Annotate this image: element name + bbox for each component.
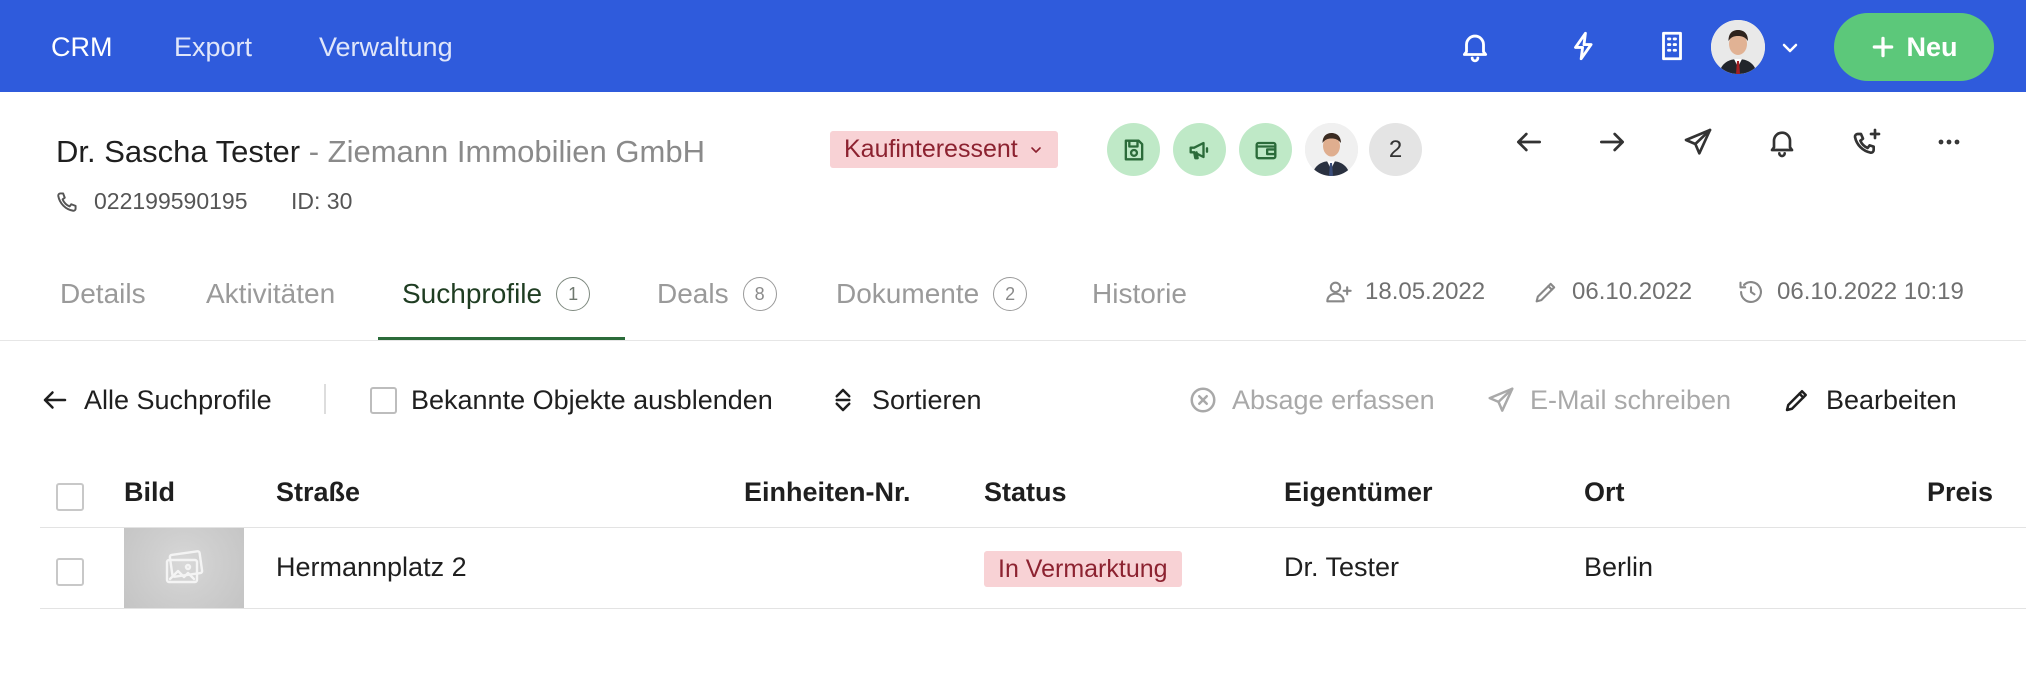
wallet-button[interactable]: [1239, 123, 1292, 176]
arrow-left-icon[interactable]: [1509, 122, 1549, 162]
lead-status-dropdown[interactable]: Kaufinteressent: [830, 131, 1058, 168]
bell-icon[interactable]: [1455, 26, 1495, 66]
contact-phone[interactable]: 022199590195: [94, 188, 248, 215]
property-image-placeholder[interactable]: [124, 528, 244, 608]
tab-aktivitaeten[interactable]: Aktivitäten: [206, 274, 335, 314]
image-placeholder-icon: [165, 550, 204, 584]
edited-date: 06.10.2022: [1532, 278, 1692, 306]
hide-known-objects-toggle[interactable]: Bekannte Objekte ausblenden: [370, 380, 773, 420]
contact-name: Dr. Sascha Tester: [56, 134, 301, 169]
tab-label: Historie: [1092, 278, 1187, 309]
tabs-divider: [0, 340, 2026, 341]
save-disk-button[interactable]: [1107, 123, 1160, 176]
tab-label: Aktivitäten: [206, 278, 336, 309]
close-circle-icon: [1190, 387, 1216, 413]
back-to-search-profiles-button[interactable]: Alle Suchprofile: [40, 380, 272, 420]
tab-count-badge: 1: [556, 277, 591, 311]
pencil-icon: [1785, 390, 1807, 412]
chevron-down-icon: [1030, 146, 1041, 153]
top-navigation-bar: CRM Export Verwaltung Neu: [0, 0, 2026, 92]
column-header-eigentuemer[interactable]: Eigentümer: [1284, 477, 1433, 508]
send-icon[interactable]: [1678, 122, 1718, 162]
last-activity-value: 06.10.2022 10:19: [1777, 278, 1964, 305]
email-label: E-Mail schreiben: [1530, 384, 1732, 415]
record-decline-button[interactable]: Absage erfassen: [1188, 380, 1435, 420]
arrow-left-icon: [43, 391, 67, 409]
edited-date-value: 06.10.2022: [1572, 278, 1693, 305]
column-header-bild[interactable]: Bild: [124, 477, 175, 508]
tab-count-badge: 8: [742, 277, 777, 311]
sort-button[interactable]: Sortieren: [828, 380, 982, 420]
new-button-label: Neu: [1906, 31, 1958, 62]
row-checkbox[interactable]: [56, 558, 84, 586]
toolbar-divider: [324, 384, 326, 414]
tab-label: Deals: [657, 278, 729, 309]
title-separator: -: [300, 134, 328, 169]
sort-label: Sortieren: [872, 384, 982, 415]
tab-suchprofile[interactable]: Suchprofile 1: [402, 274, 591, 314]
tab-label: Details: [60, 278, 146, 309]
plus-icon: [1873, 36, 1894, 58]
wallet-icon: [1255, 141, 1276, 159]
history-icon: [1739, 281, 1762, 303]
lightning-icon[interactable]: [1564, 26, 1604, 66]
write-email-button[interactable]: E-Mail schreiben: [1486, 380, 1731, 420]
edit-label: Bearbeiten: [1826, 384, 1957, 415]
contact-title: Dr. Sascha Tester - Ziemann Immobilien G…: [56, 134, 705, 170]
phone-icon: [55, 188, 81, 214]
column-header-strasse[interactable]: Straße: [276, 477, 360, 508]
new-button[interactable]: Neu: [1834, 13, 1994, 81]
contact-id: ID: 30: [291, 188, 353, 214]
created-date: 18.05.2022: [1325, 278, 1485, 306]
owner-avatar[interactable]: [1305, 123, 1358, 176]
column-header-einheiten-nr[interactable]: Einheiten-Nr.: [744, 477, 911, 508]
tab-details[interactable]: Details: [60, 274, 146, 314]
column-header-status[interactable]: Status: [984, 477, 1067, 508]
tab-label: Dokumente: [836, 278, 980, 309]
sort-icon: [835, 388, 851, 412]
tab-historie[interactable]: Historie: [1092, 274, 1187, 314]
select-all-checkbox[interactable]: [56, 483, 84, 511]
nav-crm[interactable]: CRM: [51, 30, 113, 64]
cell-street: Hermannplatz 2: [276, 552, 467, 582]
more-options-icon[interactable]: [1929, 122, 1969, 162]
contact-company[interactable]: Ziemann Immobilien GmbH: [328, 134, 705, 169]
column-header-preis[interactable]: Preis: [1927, 477, 1993, 508]
back-label: Alle Suchprofile: [84, 384, 272, 415]
floppy-disk-icon: [1124, 139, 1143, 160]
campaign-button[interactable]: [1173, 123, 1226, 176]
nav-verwaltung[interactable]: Verwaltung: [319, 30, 453, 64]
send-icon: [1488, 387, 1514, 412]
tab-deals[interactable]: Deals 8: [657, 274, 777, 314]
decline-label: Absage erfassen: [1232, 384, 1435, 415]
edit-button[interactable]: Bearbeiten: [1782, 380, 1957, 420]
created-date-value: 18.05.2022: [1365, 278, 1486, 305]
megaphone-icon: [1189, 141, 1208, 159]
last-activity-date: 06.10.2022 10:19: [1737, 278, 1964, 306]
user-avatar[interactable]: [1711, 20, 1765, 74]
building-icon[interactable]: [1652, 26, 1692, 66]
hide-known-checkbox[interactable]: [370, 386, 397, 414]
status-badge: In Vermarktung: [984, 551, 1182, 587]
nav-export[interactable]: Export: [174, 30, 252, 64]
hide-known-label: Bekannte Objekte ausblenden: [411, 384, 773, 415]
arrow-right-icon[interactable]: [1592, 122, 1632, 162]
add-call-icon[interactable]: [1847, 122, 1887, 162]
table-row-divider: [40, 608, 2026, 609]
cell-city: Berlin: [1584, 552, 1654, 582]
table-header-divider: [40, 527, 2026, 528]
chevron-down-icon[interactable]: [1778, 36, 1802, 60]
tab-dokumente[interactable]: Dokumente 2: [836, 274, 1028, 314]
linked-contacts-count[interactable]: 2: [1369, 123, 1422, 176]
cell-owner: Dr. Tester: [1284, 552, 1400, 582]
lead-status-label: Kaufinteressent: [844, 135, 1018, 163]
user-plus-icon: [1326, 281, 1352, 303]
tab-label: Suchprofile: [402, 278, 543, 309]
tab-count-badge: 2: [993, 277, 1028, 311]
pencil-icon: [1535, 282, 1556, 303]
column-header-ort[interactable]: Ort: [1584, 477, 1625, 508]
reminder-bell-icon[interactable]: [1762, 122, 1802, 162]
